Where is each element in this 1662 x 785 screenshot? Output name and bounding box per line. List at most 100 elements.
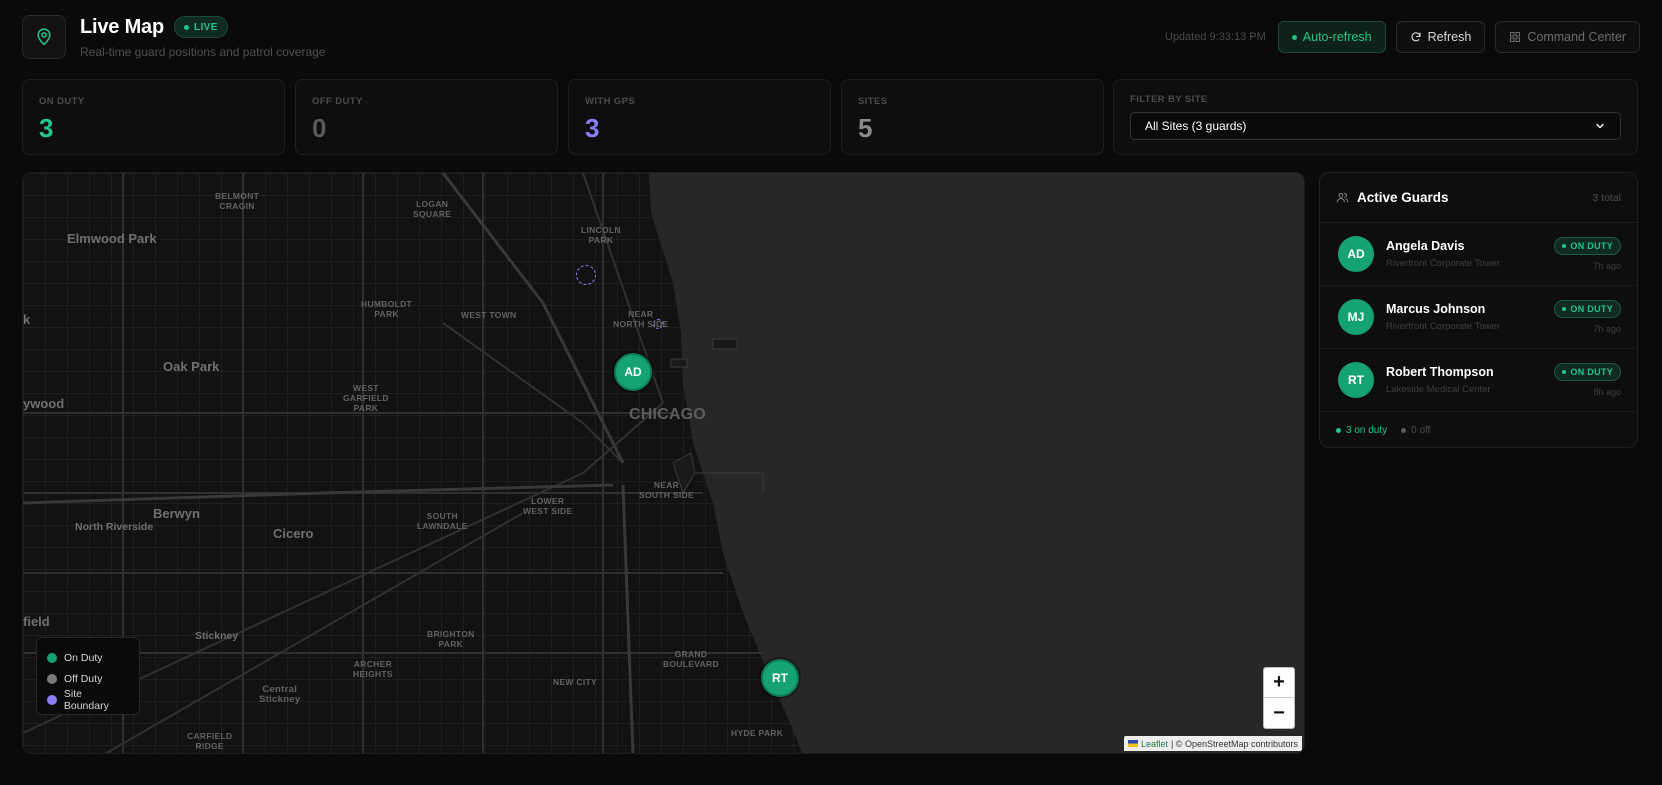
map-label-lower-west-side: LOWER WEST SIDE xyxy=(523,496,573,516)
flag-icon xyxy=(1127,740,1138,747)
stat-card-sites: SITES 5 xyxy=(841,79,1104,155)
status-label: ON DUTY xyxy=(1570,304,1613,314)
panel-header: Active Guards 3 total xyxy=(1320,173,1637,223)
footer-off-duty: 0 off xyxy=(1401,425,1430,436)
status-badge: ON DUTY xyxy=(1554,237,1621,255)
map-label-carfield-ridge: CARFIELD RIDGE xyxy=(187,731,233,751)
command-center-label: Command Center xyxy=(1527,30,1626,44)
footer-on-duty-label: 3 on duty xyxy=(1346,424,1388,436)
map-label-lincoln-park: LINCOLN PARK xyxy=(581,225,621,245)
command-center-button[interactable]: Command Center xyxy=(1495,21,1640,53)
map-label-south-lawndale: SOUTH LAWNDALE xyxy=(417,511,468,531)
live-badge: LIVE xyxy=(173,16,228,38)
map-label-new-city: NEW CITY xyxy=(553,677,597,687)
footer-off-duty-label: 0 off xyxy=(1411,424,1431,436)
guard-name: Marcus Johnson xyxy=(1386,302,1486,316)
map-label-humboldt-park: HUMBOLDT PARK xyxy=(361,299,413,319)
map-label-berwyn: Berwyn xyxy=(153,506,200,521)
legend-label: Site Boundary xyxy=(63,687,109,712)
stat-label: WITH GPS xyxy=(585,96,636,107)
guard-site: Riverfront Corporate Tower xyxy=(1386,258,1500,269)
map-label-stickney: Stickney xyxy=(195,630,239,642)
last-seen-time: 7h ago xyxy=(1593,261,1621,271)
live-map-app: Live Map LIVE Real-time guard positions … xyxy=(0,0,1662,785)
guard-site: Riverfront Corporate Tower xyxy=(1386,321,1500,332)
status-dot-icon xyxy=(1562,244,1567,248)
map-label-central-stickney: Central Stickney xyxy=(259,684,301,705)
status-label: ON DUTY xyxy=(1570,367,1613,377)
leaflet-link[interactable]: Leaflet xyxy=(1141,739,1168,749)
gray-dot-icon xyxy=(47,673,57,684)
green-dot-icon xyxy=(1336,427,1341,433)
map-label-oak-park: Oak Park xyxy=(163,359,220,374)
map-label-near-south-side: NEAR SOUTH SIDE xyxy=(639,480,694,500)
avatar: RT xyxy=(1338,362,1374,398)
legend-item-off-duty: Off Duty xyxy=(47,668,129,689)
stat-value: 3 xyxy=(585,113,600,143)
site-filter-select[interactable]: All Sites (3 guards) xyxy=(1130,112,1621,140)
guard-marker[interactable]: AD xyxy=(614,353,652,391)
stat-value: 0 xyxy=(312,113,327,143)
map-label-belmont-cragin: BELMONT CRAGIN xyxy=(215,191,260,211)
map-label-brighton-park: BRIGHTON PARK xyxy=(427,629,475,649)
map-view[interactable]: BELMONT CRAGIN LOGAN SQUARE LINCOLN PARK El… xyxy=(22,172,1305,754)
panel-count: 3 total xyxy=(1592,191,1621,204)
header-actions: Updated 9:33:13 PM Auto-refresh Refresh … xyxy=(1165,21,1640,53)
panel-title: Active Guards xyxy=(1357,190,1449,205)
map-label-ywood: ywood xyxy=(23,396,65,411)
map-label-west-garfield-park: WEST GARFIELD PARK xyxy=(343,383,389,413)
status-badge: ON DUTY xyxy=(1554,363,1621,381)
gray-dot-icon xyxy=(1401,427,1407,433)
zoom-in-button[interactable]: + xyxy=(1264,668,1294,698)
guard-status-block: ON DUTY 7h ago xyxy=(1554,300,1621,334)
avatar: MJ xyxy=(1338,299,1374,335)
status-dot-icon xyxy=(1562,370,1567,374)
green-dot-icon xyxy=(47,652,57,663)
live-dot-icon xyxy=(183,24,189,30)
map-label-archer-heights: ARCHER HEIGHTS xyxy=(353,659,393,679)
stat-card-off-duty: OFF DUTY 0 xyxy=(295,79,558,155)
guard-list-item[interactable]: MJ Marcus Johnson Riverfront Corporate T… xyxy=(1320,286,1637,349)
users-icon xyxy=(1336,192,1349,203)
guard-status-block: ON DUTY 7h ago xyxy=(1554,237,1621,271)
active-guards-panel: Active Guards 3 total AD Angela Davis Ri… xyxy=(1319,172,1638,448)
stat-card-on-duty: ON DUTY 3 xyxy=(22,79,285,155)
live-badge-label: LIVE xyxy=(193,21,218,33)
page-title: Live Map xyxy=(80,15,164,38)
status-label: ON DUTY xyxy=(1570,241,1613,251)
status-dot-icon xyxy=(1562,307,1567,311)
page-header: Live Map LIVE Real-time guard positions … xyxy=(22,14,1640,60)
guard-name: Robert Thompson xyxy=(1386,365,1494,379)
guard-list-item[interactable]: AD Angela Davis Riverfront Corporate Tow… xyxy=(1320,223,1637,286)
site-boundary-circle[interactable] xyxy=(653,319,663,329)
site-filter-card: FILTER BY SITE All Sites (3 guards) xyxy=(1113,79,1638,155)
map-label-k: k xyxy=(23,312,31,327)
guard-list-item[interactable]: RT Robert Thompson Lakeside Medical Cent… xyxy=(1320,349,1637,412)
guard-marker[interactable]: RT xyxy=(761,659,799,697)
purple-dot-icon xyxy=(47,694,57,705)
site-boundary-circle[interactable] xyxy=(576,265,596,285)
legend-label: Off Duty xyxy=(64,672,103,685)
page-subtitle: Real-time guard positions and patrol cov… xyxy=(80,44,326,59)
attribution-text: | © OpenStreetMap contributors xyxy=(1170,738,1298,749)
grid-icon xyxy=(1510,32,1521,42)
legend-item-on-duty: On Duty xyxy=(47,647,129,668)
last-seen-time: 7h ago xyxy=(1593,324,1621,334)
stat-label: ON DUTY xyxy=(39,96,85,107)
legend-label: On Duty xyxy=(64,651,103,664)
auto-refresh-button[interactable]: Auto-refresh xyxy=(1277,21,1386,53)
refresh-label: Refresh xyxy=(1427,30,1472,44)
refresh-button[interactable]: Refresh xyxy=(1395,21,1486,53)
site-filter-value: All Sites (3 guards) xyxy=(1145,119,1247,133)
last-updated-text: Updated 9:33:13 PM xyxy=(1164,31,1266,43)
map-label-logan-square: LOGAN SQUARE xyxy=(413,199,452,219)
legend-item-site-boundary: Site Boundary xyxy=(47,687,129,712)
panel-footer: 3 on duty 0 off xyxy=(1320,412,1637,448)
map-label-grand-boulevard: GRAND BOULEVARD xyxy=(663,649,719,669)
stat-label: SITES xyxy=(858,96,888,107)
zoom-out-button[interactable]: − xyxy=(1264,698,1294,728)
last-seen-time: 8h ago xyxy=(1593,387,1621,397)
chevron-down-icon xyxy=(1596,123,1604,129)
stat-value: 3 xyxy=(39,113,54,143)
refresh-icon xyxy=(1411,32,1421,42)
